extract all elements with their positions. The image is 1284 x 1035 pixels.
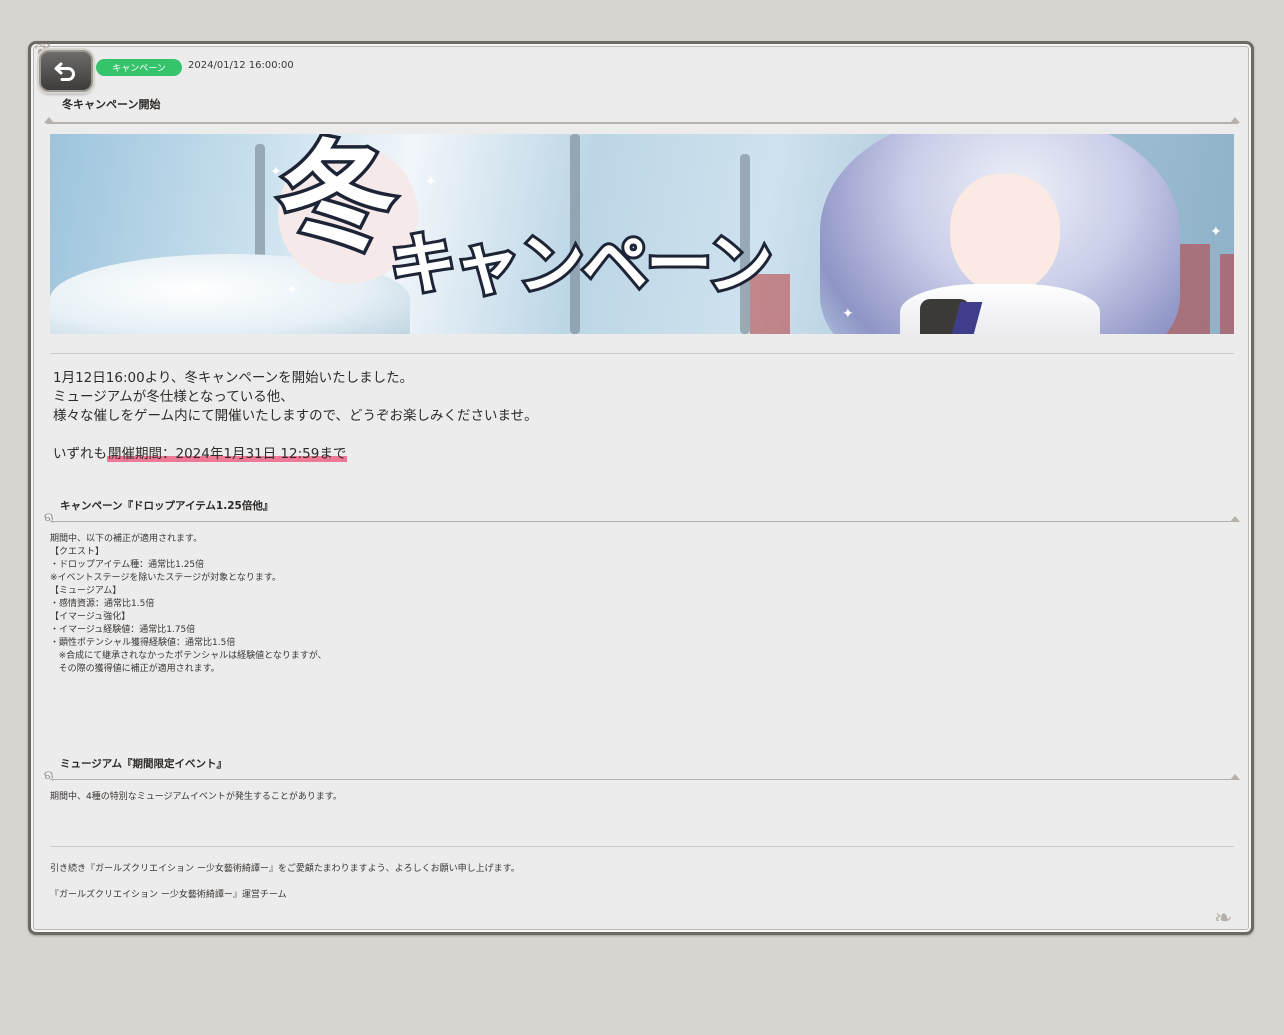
section1-line: 【イマージュ強化】 [50, 612, 131, 622]
campaign-banner-image: 冬 キャンペーン ✦ ✦ ✦ ✦ ✦ [50, 134, 1234, 334]
divider-ornament [44, 117, 54, 123]
section2-line: 期間中、4種の特別なミュージアムイベントが発生することがあります。 [50, 792, 343, 802]
banner-kanji: 冬 [274, 134, 399, 266]
corner-ornament-icon: ❧ [1214, 906, 1233, 931]
divider-ornament [1230, 516, 1240, 522]
return-arrow-icon [54, 62, 75, 81]
section1-line: ・顕性ポテンシャル獲得経験値：通常比1.5倍 [50, 638, 236, 648]
section-title: ミュージアム『期間限定イベント』 [60, 758, 228, 770]
category-badge: キャンペーン [96, 59, 182, 76]
section1-line: その際の獲得値に補正が適用されます。 [50, 664, 220, 674]
page-title: 冬キャンペーン開始 [62, 98, 161, 111]
section1-line: ・イマージュ経験値：通常比1.75倍 [50, 625, 196, 635]
section1-line: ・ドロップアイテム種：通常比1.25倍 [50, 560, 205, 570]
section1-line: ※イベントステージを除いたステージが対象となります。 [50, 573, 282, 583]
section-ornament-icon: ଋ [44, 768, 54, 782]
footer-line: 『ガールズクリエイション ー少女藝術綺譚ー』運営チーム [50, 890, 287, 900]
section-divider [50, 779, 1238, 780]
section-divider [50, 521, 1238, 522]
section-ornament-icon: ଋ [44, 510, 54, 524]
intro-line: 1月12日16:00より、冬キャンペーンを開始いたしました。 [53, 370, 414, 386]
intro-text: 1月12日16:00より、冬キャンペーンを開始いたしました。 ミュージアムが冬仕… [53, 369, 538, 464]
section1-line: 期間中、以下の補正が適用されます。 [50, 534, 203, 544]
section1-line: 【クエスト】 [50, 547, 105, 557]
period-highlight: 開催期間：2024年1月31日 12:59まで [107, 446, 348, 462]
section1-line: ※合成にて継承されなかったポテンシャルは経験値となりますが、 [50, 651, 327, 661]
intro-line: ミュージアムが冬仕様となっている他、 [53, 389, 294, 405]
footer-divider [50, 846, 1234, 847]
section1-line: 【ミュージアム】 [50, 586, 122, 596]
divider-ornament [1230, 117, 1240, 123]
title-divider [46, 122, 1238, 124]
section-title: キャンペーン『ドロップアイテム1.25倍他』 [60, 500, 274, 512]
section1-line: ・感情資源：通常比1.5倍 [50, 599, 155, 609]
banner-kana: キャンペーン [387, 226, 776, 303]
period-prefix: いずれも [53, 446, 107, 462]
banner-divider [50, 353, 1234, 354]
footer-text: 引き続き『ガールズクリエイション ー少女藝術綺譚ー』をご愛顧たまわりますよう、よ… [50, 863, 520, 902]
divider-ornament [1230, 774, 1240, 780]
section2-body: 期間中、4種の特別なミュージアムイベントが発生することがあります。 [50, 791, 342, 804]
section1-body: 期間中、以下の補正が適用されます。 【クエスト】 ・ドロップアイテム種：通常比1… [50, 533, 327, 676]
footer-line: 引き続き『ガールズクリエイション ー少女藝術綺譚ー』をご愛顧たまわりますよう、よ… [50, 864, 520, 874]
post-datetime: 2024/01/12 16:00:00 [188, 60, 294, 71]
period-line: いずれも開催期間：2024年1月31日 12:59まで [53, 445, 538, 464]
intro-line: 様々な催しをゲーム内にて開催いたしますので、どうぞお楽しみくださいませ。 [53, 408, 538, 424]
back-button[interactable] [39, 50, 93, 92]
